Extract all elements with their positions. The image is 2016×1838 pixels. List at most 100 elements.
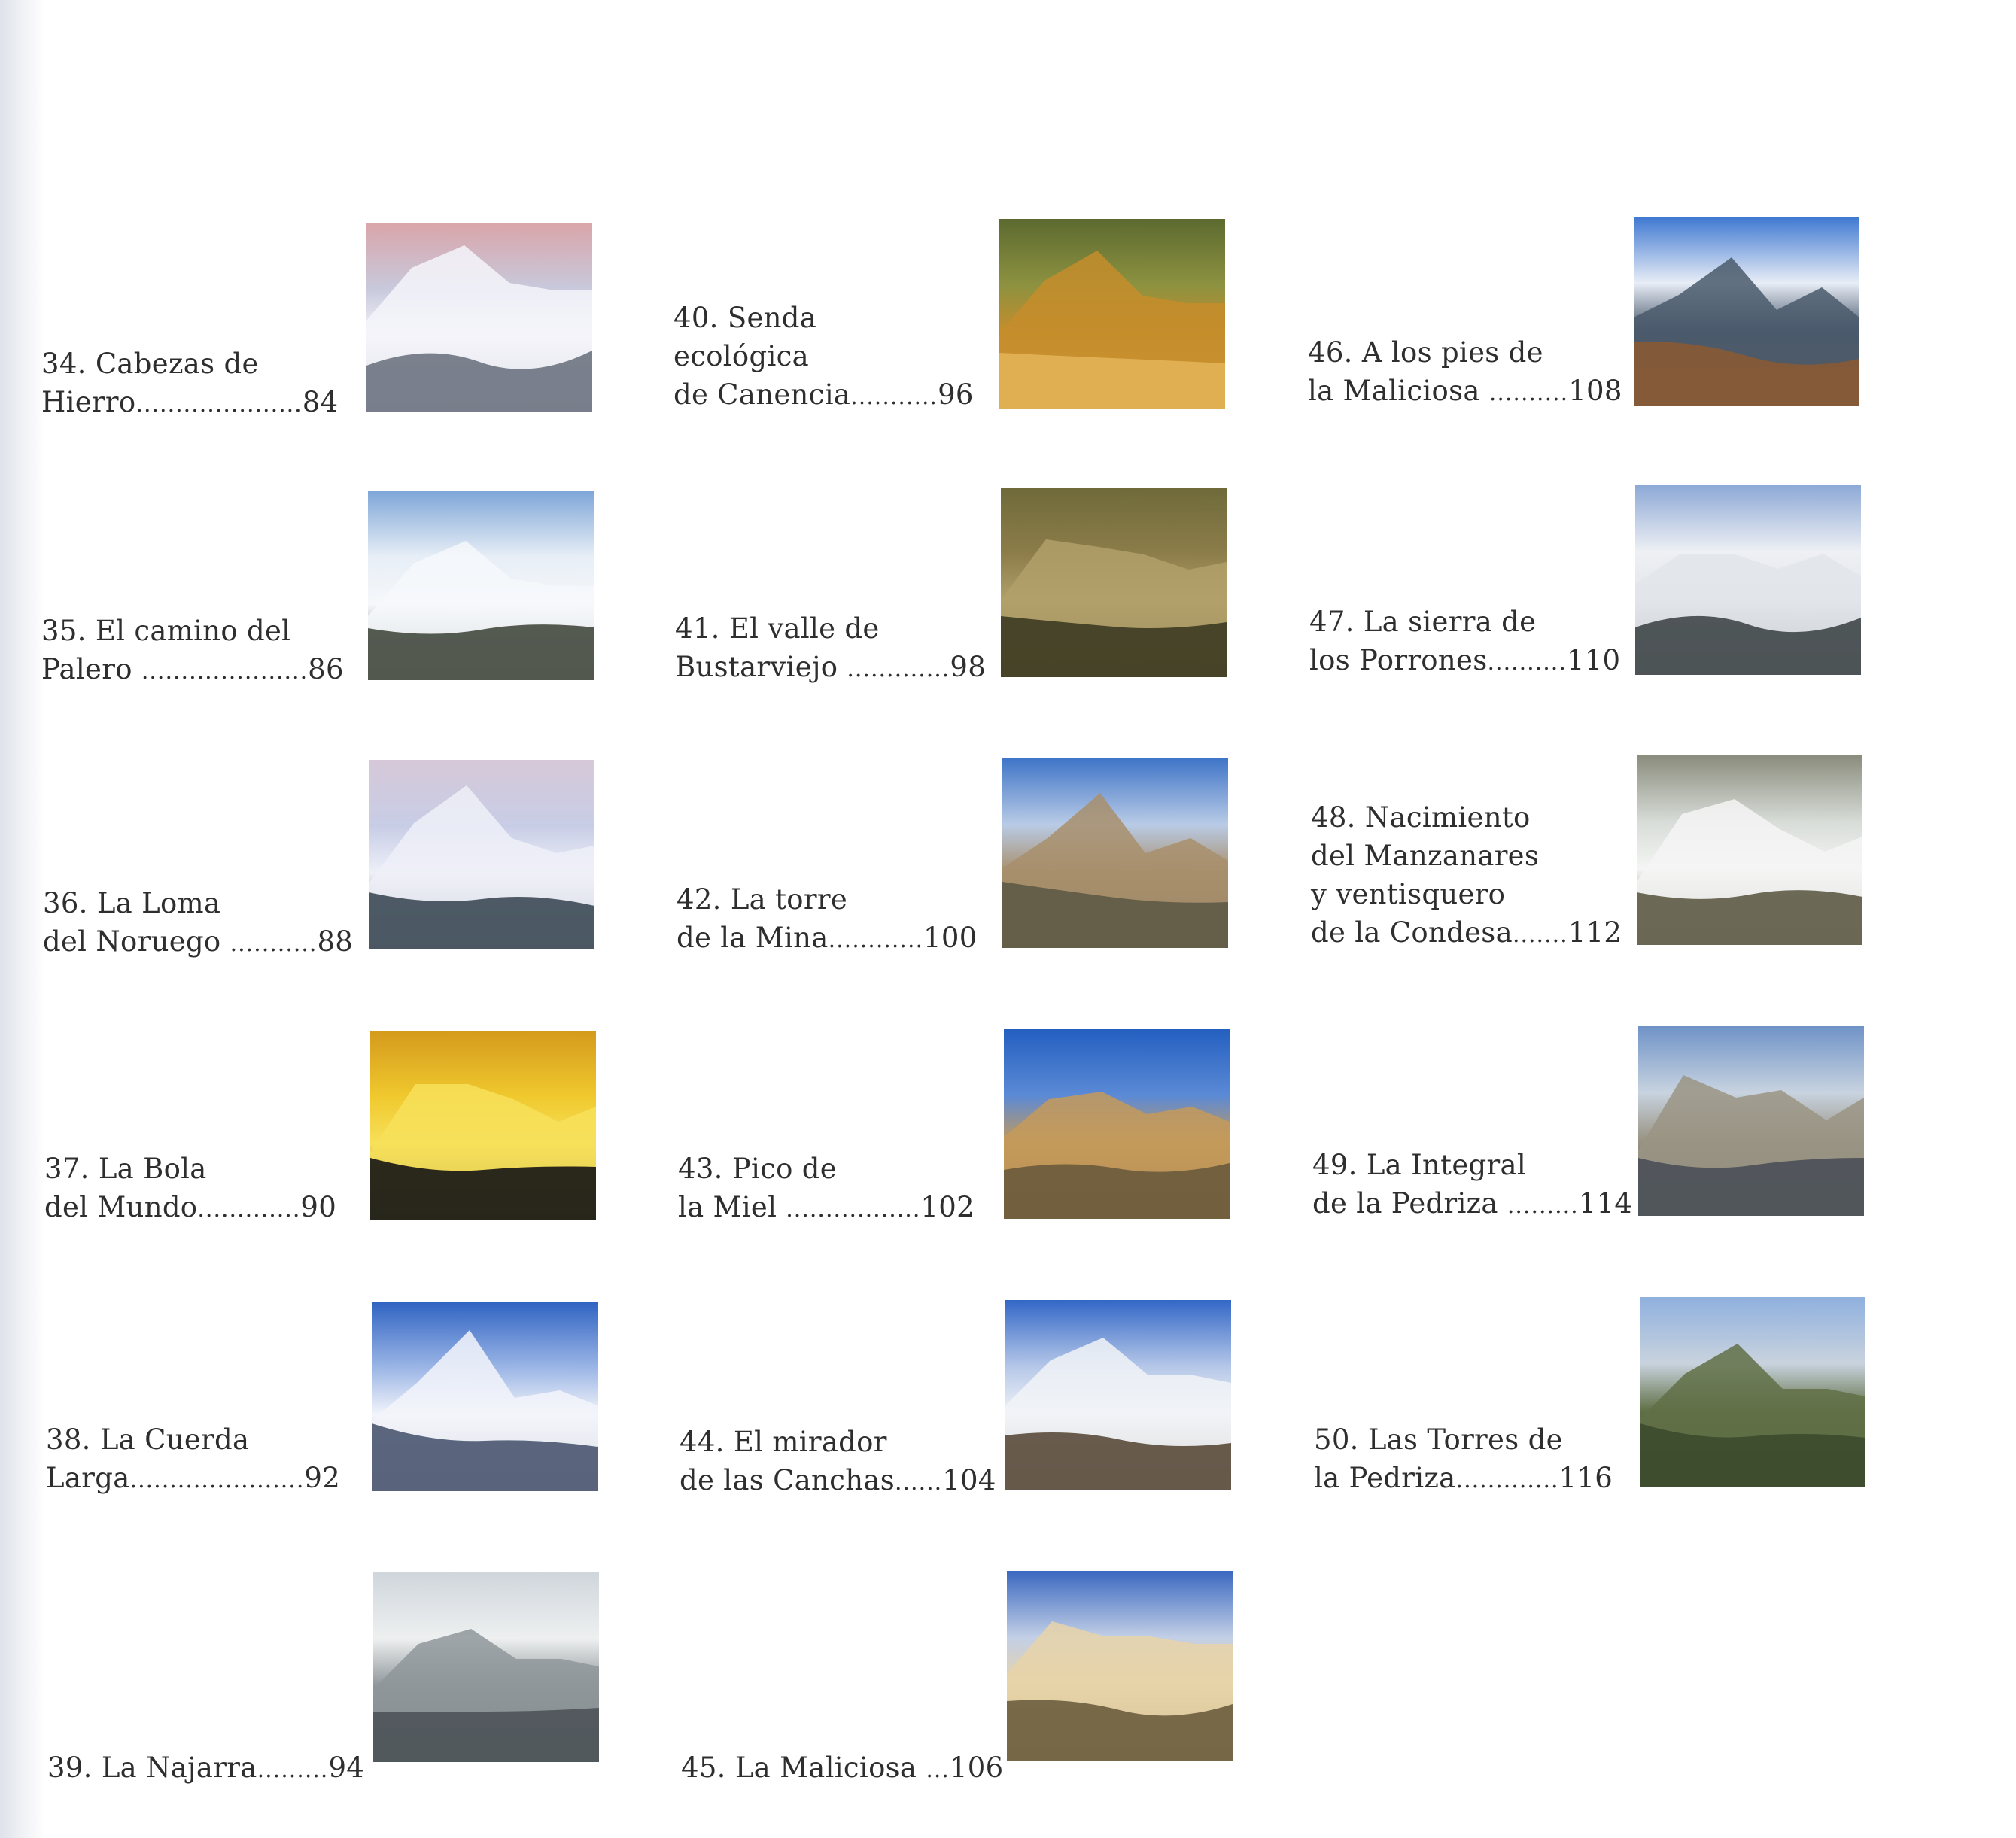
entry-title: 42. La torre de la Mina............100 <box>677 880 978 959</box>
entry-title-line: Hierro.....................84 <box>41 386 339 418</box>
pedriza-valley-photo[interactable] <box>1640 1297 1865 1487</box>
page-number: 102 <box>920 1191 975 1223</box>
page-number: 92 <box>304 1462 341 1494</box>
page-number: 90 <box>300 1191 337 1223</box>
snowy-rock-summit-photo[interactable] <box>1005 1300 1231 1490</box>
stone-tower-photo[interactable] <box>1002 758 1228 948</box>
entry-title-line: del Manzanares <box>1311 840 1540 872</box>
entry-title-line: de Canencia...........96 <box>674 378 974 411</box>
autumn-oak-forest-photo[interactable] <box>1001 488 1227 677</box>
dot-leader: ..................... <box>141 658 309 685</box>
dot-leader: ...... <box>894 1469 943 1496</box>
entry-title: 35. El camino del Palero ................… <box>41 612 344 691</box>
snow-mountain-ridge-photo[interactable] <box>366 223 592 412</box>
entry-title-line: 40. Senda <box>674 302 817 334</box>
sunset-antenna-silhouette-photo[interactable] <box>370 1031 596 1220</box>
dot-leader: ..................... <box>135 391 303 418</box>
entry-title-line: 37. La Bola <box>44 1153 207 1185</box>
dot-leader: ........... <box>230 931 318 957</box>
foreground-shape <box>1638 1158 1864 1216</box>
page-number: 88 <box>317 925 354 958</box>
entry-title: 37. La Bola del Mundo.............90 <box>44 1150 336 1229</box>
dot-leader: ............. <box>1455 1467 1559 1493</box>
entry-title-line: 49. La Integral <box>1312 1149 1526 1181</box>
granite-ridges-clouds-photo[interactable] <box>1638 1026 1864 1216</box>
entry-title-line: del Noruego ...........88 <box>43 925 354 958</box>
dot-leader: ........... <box>850 384 938 410</box>
entry-title-line: 44. El mirador <box>680 1426 887 1458</box>
entry-title-line: la Maliciosa ..........108 <box>1308 375 1622 407</box>
entry-number: 41. <box>675 612 720 645</box>
entry-title-line: 46. A los pies de <box>1308 336 1543 369</box>
snowy-golden-peak-photo[interactable] <box>1007 1571 1233 1761</box>
entry-title-line: los Porrones..........110 <box>1309 644 1621 676</box>
page-number: 114 <box>1578 1187 1633 1220</box>
page-number: 106 <box>949 1751 1004 1784</box>
snow-ridge-blue-sky-photo[interactable] <box>372 1302 598 1491</box>
rocky-peak-blue-sky-photo[interactable] <box>1004 1029 1230 1219</box>
entry-title: 38. La Cuerda Larga......................… <box>46 1420 340 1499</box>
frosted-granite-rocks-photo[interactable] <box>373 1572 599 1762</box>
page-number: 110 <box>1566 644 1621 676</box>
cloudy-mountain-peak-photo[interactable] <box>1634 217 1859 406</box>
entry-title: 40. Senda ecológica de Canencia...........… <box>674 299 974 416</box>
entry-title-line: 36. La Loma <box>43 887 221 919</box>
entry-number: 45. <box>681 1751 726 1784</box>
entry-title-line: la Pedriza.............116 <box>1314 1462 1613 1494</box>
entry-title-line: del Mundo.............90 <box>44 1191 337 1223</box>
snowy-pine-forest-photo[interactable] <box>368 491 594 680</box>
page-number: 112 <box>1567 916 1622 949</box>
entry-title-line: Larga......................92 <box>46 1462 341 1494</box>
waterfall-autumn-pool-photo[interactable] <box>999 219 1225 409</box>
entry-title-line: 34. Cabezas de <box>41 348 259 380</box>
foreground-shape <box>368 624 594 680</box>
dot-leader: ................. <box>786 1196 921 1223</box>
entry-number: 44. <box>680 1426 725 1458</box>
page-number: 84 <box>302 386 339 418</box>
page-gutter-shadow <box>0 0 45 1838</box>
entry-title-line: de las Canchas......104 <box>680 1464 996 1496</box>
entry-number: 38. <box>46 1423 91 1456</box>
entry-number: 39. <box>47 1751 93 1784</box>
dot-leader: ....... <box>1512 922 1568 948</box>
entry-title: 46. A los pies de la Maliciosa ..........… <box>1308 333 1622 412</box>
dot-leader: .......... <box>1488 380 1569 406</box>
page-number: 116 <box>1558 1462 1613 1494</box>
page-number: 98 <box>950 651 987 683</box>
entry-title-line: 50. Las Torres de <box>1314 1423 1563 1456</box>
entry-number: 37. <box>44 1153 90 1185</box>
page-number: 100 <box>923 922 978 954</box>
entry-title-line: 47. La sierra de <box>1309 606 1537 638</box>
entry-number: 36. <box>43 887 88 919</box>
dot-leader: ......... <box>257 1757 329 1783</box>
entry-title-line: la Miel .................102 <box>678 1191 975 1223</box>
entry-title: 45. La Maliciosa ...106 <box>681 1748 1004 1789</box>
page-number: 94 <box>328 1751 365 1784</box>
entry-title-line: ecológica <box>674 340 810 372</box>
entry-title-line: 38. La Cuerda <box>46 1423 250 1456</box>
foreground-shape <box>1004 1163 1230 1219</box>
entry-title-line: Palero .....................86 <box>41 653 344 685</box>
entry-title: 49. La Integral de la Pedriza .........11… <box>1312 1146 1632 1225</box>
foreground-shape <box>369 892 594 949</box>
entry-number: 50. <box>1314 1423 1359 1456</box>
entry-number: 47. <box>1309 606 1355 638</box>
dot-leader: ............ <box>828 927 924 953</box>
river-rapids-granite-photo[interactable] <box>1637 755 1862 945</box>
snow-slope-antennas-photo[interactable] <box>369 760 594 949</box>
entry-title-line: y ventisquero <box>1311 878 1506 910</box>
entry-number: 34. <box>41 348 87 380</box>
entry-title-line: 39. La Najarra.........94 <box>47 1751 365 1784</box>
entry-title: 39. La Najarra.........94 <box>47 1748 364 1789</box>
foreground-shape <box>1637 890 1862 945</box>
entry-title: 41. El valle de Bustarviejo .............… <box>675 609 986 688</box>
entry-title-line: Bustarviejo .............98 <box>675 651 987 683</box>
entry-title-line: 43. Pico de <box>678 1153 837 1185</box>
misty-snowy-peak-photo[interactable] <box>1635 485 1861 675</box>
entry-title-line: 35. El camino del <box>41 615 291 647</box>
entry-title: 43. Pico de la Miel .................102 <box>678 1150 975 1229</box>
foreground-shape <box>373 1708 599 1762</box>
entry-title-line: de la Pedriza .........114 <box>1312 1187 1633 1220</box>
entry-number: 40. <box>674 302 719 334</box>
entry-title: 36. La Loma del Noruego ...........88 <box>43 884 353 963</box>
